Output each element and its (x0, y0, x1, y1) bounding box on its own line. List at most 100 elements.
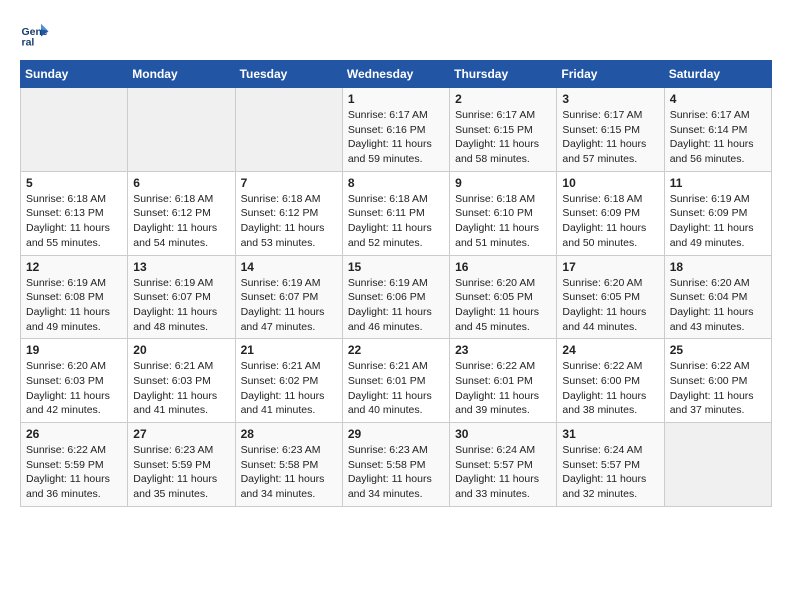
logo: Gene ral (20, 20, 54, 50)
weekday-header-friday: Friday (557, 61, 664, 88)
day-info: Sunrise: 6:17 AM Sunset: 6:15 PM Dayligh… (562, 108, 658, 167)
day-info: Sunrise: 6:18 AM Sunset: 6:12 PM Dayligh… (241, 192, 337, 251)
calendar-cell: 14 Sunrise: 6:19 AM Sunset: 6:07 PM Dayli… (235, 255, 342, 339)
day-number: 17 (562, 260, 658, 274)
calendar-cell: 1 Sunrise: 6:17 AM Sunset: 6:16 PM Daylig… (342, 88, 449, 172)
logo-icon: Gene ral (20, 20, 50, 50)
day-info: Sunrise: 6:23 AM Sunset: 5:59 PM Dayligh… (133, 443, 229, 502)
day-info: Sunrise: 6:19 AM Sunset: 6:08 PM Dayligh… (26, 276, 122, 335)
calendar-week-row: 1 Sunrise: 6:17 AM Sunset: 6:16 PM Daylig… (21, 88, 772, 172)
calendar-week-row: 12 Sunrise: 6:19 AM Sunset: 6:08 PM Dayli… (21, 255, 772, 339)
day-number: 6 (133, 176, 229, 190)
calendar-cell: 11 Sunrise: 6:19 AM Sunset: 6:09 PM Dayli… (664, 171, 771, 255)
calendar-cell: 6 Sunrise: 6:18 AM Sunset: 6:12 PM Daylig… (128, 171, 235, 255)
calendar-cell: 12 Sunrise: 6:19 AM Sunset: 6:08 PM Dayli… (21, 255, 128, 339)
day-number: 1 (348, 92, 444, 106)
svg-text:ral: ral (22, 37, 35, 49)
day-info: Sunrise: 6:18 AM Sunset: 6:13 PM Dayligh… (26, 192, 122, 251)
day-info: Sunrise: 6:19 AM Sunset: 6:09 PM Dayligh… (670, 192, 766, 251)
calendar-cell: 21 Sunrise: 6:21 AM Sunset: 6:02 PM Dayli… (235, 339, 342, 423)
day-info: Sunrise: 6:21 AM Sunset: 6:01 PM Dayligh… (348, 359, 444, 418)
day-number: 7 (241, 176, 337, 190)
weekday-header-monday: Monday (128, 61, 235, 88)
day-info: Sunrise: 6:19 AM Sunset: 6:07 PM Dayligh… (241, 276, 337, 335)
day-number: 5 (26, 176, 122, 190)
calendar-cell (235, 88, 342, 172)
day-number: 30 (455, 427, 551, 441)
day-info: Sunrise: 6:19 AM Sunset: 6:07 PM Dayligh… (133, 276, 229, 335)
day-info: Sunrise: 6:20 AM Sunset: 6:03 PM Dayligh… (26, 359, 122, 418)
calendar-cell: 8 Sunrise: 6:18 AM Sunset: 6:11 PM Daylig… (342, 171, 449, 255)
day-number: 28 (241, 427, 337, 441)
day-number: 22 (348, 343, 444, 357)
day-info: Sunrise: 6:17 AM Sunset: 6:16 PM Dayligh… (348, 108, 444, 167)
calendar-cell: 24 Sunrise: 6:22 AM Sunset: 6:00 PM Dayli… (557, 339, 664, 423)
calendar-cell: 25Sunrise: 6:22 AM Sunset: 6:00 PM Dayli… (664, 339, 771, 423)
calendar-cell: 20 Sunrise: 6:21 AM Sunset: 6:03 PM Dayli… (128, 339, 235, 423)
weekday-header-saturday: Saturday (664, 61, 771, 88)
day-info: Sunrise: 6:24 AM Sunset: 5:57 PM Dayligh… (455, 443, 551, 502)
day-info: Sunrise: 6:20 AM Sunset: 6:04 PM Dayligh… (670, 276, 766, 335)
calendar-header: SundayMondayTuesdayWednesdayThursdayFrid… (21, 61, 772, 88)
day-info: Sunrise: 6:23 AM Sunset: 5:58 PM Dayligh… (241, 443, 337, 502)
calendar-table: SundayMondayTuesdayWednesdayThursdayFrid… (20, 60, 772, 507)
day-number: 11 (670, 176, 766, 190)
calendar-cell: 2 Sunrise: 6:17 AM Sunset: 6:15 PM Daylig… (450, 88, 557, 172)
day-number: 18 (670, 260, 766, 274)
day-info: Sunrise: 6:22 AM Sunset: 6:00 PM Dayligh… (562, 359, 658, 418)
calendar-cell: 9Sunrise: 6:18 AM Sunset: 6:10 PM Daylig… (450, 171, 557, 255)
day-number: 24 (562, 343, 658, 357)
day-number: 20 (133, 343, 229, 357)
day-number: 8 (348, 176, 444, 190)
calendar-cell: 15 Sunrise: 6:19 AM Sunset: 6:06 PM Dayli… (342, 255, 449, 339)
day-info: Sunrise: 6:19 AM Sunset: 6:06 PM Dayligh… (348, 276, 444, 335)
day-info: Sunrise: 6:20 AM Sunset: 6:05 PM Dayligh… (562, 276, 658, 335)
calendar-cell (21, 88, 128, 172)
calendar-cell: 19Sunrise: 6:20 AM Sunset: 6:03 PM Dayli… (21, 339, 128, 423)
day-info: Sunrise: 6:18 AM Sunset: 6:11 PM Dayligh… (348, 192, 444, 251)
day-number: 23 (455, 343, 551, 357)
day-number: 12 (26, 260, 122, 274)
page-header: Gene ral (20, 20, 772, 50)
day-number: 26 (26, 427, 122, 441)
calendar-cell: 10 Sunrise: 6:18 AM Sunset: 6:09 PM Dayli… (557, 171, 664, 255)
calendar-body: 1 Sunrise: 6:17 AM Sunset: 6:16 PM Daylig… (21, 88, 772, 507)
calendar-cell: 17 Sunrise: 6:20 AM Sunset: 6:05 PM Dayli… (557, 255, 664, 339)
calendar-cell: 13 Sunrise: 6:19 AM Sunset: 6:07 PM Dayli… (128, 255, 235, 339)
weekday-header-sunday: Sunday (21, 61, 128, 88)
weekday-header-row: SundayMondayTuesdayWednesdayThursdayFrid… (21, 61, 772, 88)
day-info: Sunrise: 6:21 AM Sunset: 6:02 PM Dayligh… (241, 359, 337, 418)
day-info: Sunrise: 6:17 AM Sunset: 6:15 PM Dayligh… (455, 108, 551, 167)
calendar-cell: 16 Sunrise: 6:20 AM Sunset: 6:05 PM Dayli… (450, 255, 557, 339)
day-info: Sunrise: 6:17 AM Sunset: 6:14 PM Dayligh… (670, 108, 766, 167)
day-number: 29 (348, 427, 444, 441)
day-number: 4 (670, 92, 766, 106)
calendar-cell: 5 Sunrise: 6:18 AM Sunset: 6:13 PM Daylig… (21, 171, 128, 255)
day-number: 31 (562, 427, 658, 441)
day-info: Sunrise: 6:21 AM Sunset: 6:03 PM Dayligh… (133, 359, 229, 418)
calendar-cell: 27Sunrise: 6:23 AM Sunset: 5:59 PM Dayli… (128, 423, 235, 507)
calendar-cell: 31Sunrise: 6:24 AM Sunset: 5:57 PM Dayli… (557, 423, 664, 507)
calendar-cell: 26Sunrise: 6:22 AM Sunset: 5:59 PM Dayli… (21, 423, 128, 507)
calendar-cell: 30 Sunrise: 6:24 AM Sunset: 5:57 PM Dayli… (450, 423, 557, 507)
day-info: Sunrise: 6:18 AM Sunset: 6:09 PM Dayligh… (562, 192, 658, 251)
day-number: 14 (241, 260, 337, 274)
day-number: 13 (133, 260, 229, 274)
day-number: 25 (670, 343, 766, 357)
day-info: Sunrise: 6:18 AM Sunset: 6:12 PM Dayligh… (133, 192, 229, 251)
calendar-cell: 29Sunrise: 6:23 AM Sunset: 5:58 PM Dayli… (342, 423, 449, 507)
day-number: 16 (455, 260, 551, 274)
calendar-cell: 3 Sunrise: 6:17 AM Sunset: 6:15 PM Daylig… (557, 88, 664, 172)
day-number: 21 (241, 343, 337, 357)
day-number: 15 (348, 260, 444, 274)
calendar-week-row: 5 Sunrise: 6:18 AM Sunset: 6:13 PM Daylig… (21, 171, 772, 255)
day-number: 10 (562, 176, 658, 190)
calendar-week-row: 26Sunrise: 6:22 AM Sunset: 5:59 PM Dayli… (21, 423, 772, 507)
weekday-header-tuesday: Tuesday (235, 61, 342, 88)
calendar-cell: 22 Sunrise: 6:21 AM Sunset: 6:01 PM Dayli… (342, 339, 449, 423)
day-info: Sunrise: 6:20 AM Sunset: 6:05 PM Dayligh… (455, 276, 551, 335)
day-number: 3 (562, 92, 658, 106)
weekday-header-wednesday: Wednesday (342, 61, 449, 88)
day-number: 2 (455, 92, 551, 106)
calendar-cell: 18 Sunrise: 6:20 AM Sunset: 6:04 PM Dayli… (664, 255, 771, 339)
